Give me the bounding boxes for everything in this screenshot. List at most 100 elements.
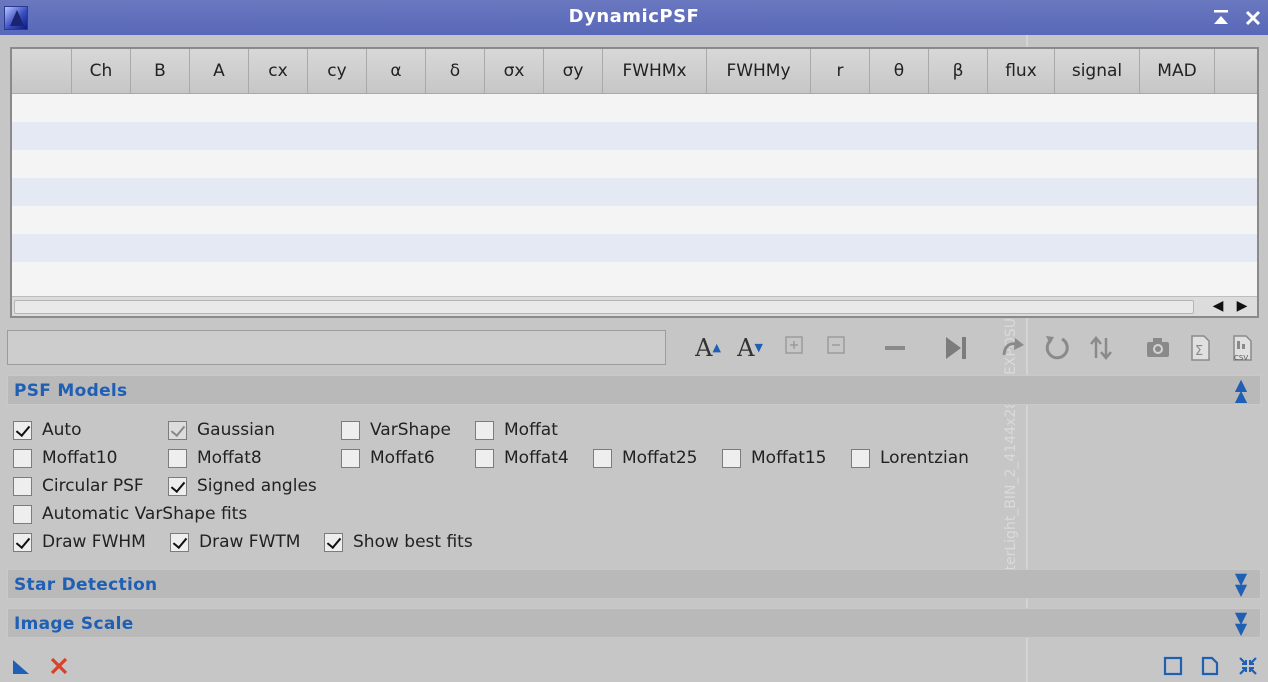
draw-fwtm-checkbox[interactable]: Draw FWTM <box>170 531 300 553</box>
collapse-window-icon[interactable] <box>1236 655 1260 682</box>
draw-fwhm-checkbox[interactable]: Draw FWHM <box>13 531 146 553</box>
section-image-scale[interactable]: Image Scale ▼ ▼ <box>7 608 1261 638</box>
auto-varshape-checkbox[interactable]: Automatic VarShape fits <box>13 503 247 525</box>
gaussian-checkbox[interactable]: Gaussian <box>168 419 275 441</box>
column-header-beta[interactable]: β <box>929 49 988 93</box>
column-header-sigmax[interactable]: σx <box>485 49 544 93</box>
scroll-right-icon[interactable]: ▶ <box>1234 298 1250 314</box>
expand-section-icon[interactable]: ▼ ▼ <box>1230 571 1252 598</box>
checkbox-box[interactable] <box>475 420 494 440</box>
moffat15-checkbox[interactable]: Moffat15 <box>722 447 827 469</box>
collapse-section-icon[interactable]: ▲ ▲ <box>1230 377 1252 404</box>
checkbox-box[interactable] <box>341 448 360 468</box>
star-table[interactable]: Ch B A cx cy α δ σx σy FWHMx FWHMy r θ β… <box>10 47 1259 318</box>
moffat-checkbox[interactable]: Moffat <box>475 419 558 441</box>
checkbox-box[interactable] <box>475 448 494 468</box>
moffat4-checkbox[interactable]: Moffat4 <box>475 447 569 469</box>
screenshot-icon[interactable] <box>1143 333 1173 363</box>
column-header-filler <box>1215 49 1257 93</box>
checkbox-label: Moffat8 <box>197 448 262 468</box>
moffat25-checkbox[interactable]: Moffat25 <box>593 447 698 469</box>
checkbox-box[interactable] <box>168 448 187 468</box>
export-csv-icon[interactable]: CSV <box>1227 333 1257 363</box>
section-title: PSF Models <box>14 381 128 401</box>
column-header-flux[interactable]: flux <box>988 49 1055 93</box>
column-header-b[interactable]: B <box>131 49 190 93</box>
checkbox-label: Lorentzian <box>880 448 969 468</box>
checkbox-box[interactable] <box>593 448 612 468</box>
checkbox-box[interactable] <box>170 532 189 552</box>
checkbox-box[interactable] <box>13 504 32 524</box>
checkbox-box[interactable] <box>324 532 343 552</box>
checkbox-label: Auto <box>42 420 82 440</box>
auto-checkbox[interactable]: Auto <box>13 419 81 441</box>
column-header-mad[interactable]: MAD <box>1140 49 1215 93</box>
empty-row <box>12 94 1257 122</box>
expand-all-icon[interactable] <box>779 333 809 363</box>
checkbox-box[interactable] <box>13 448 32 468</box>
show-best-fits-checkbox[interactable]: Show best fits <box>324 531 473 553</box>
column-header-alpha[interactable]: α <box>367 49 426 93</box>
signed-angles-checkbox[interactable]: Signed angles <box>168 475 317 497</box>
scroll-left-icon[interactable]: ◀ <box>1210 298 1226 314</box>
section-title: Star Detection <box>14 575 158 595</box>
checkbox-box[interactable] <box>13 476 32 496</box>
delete-icon[interactable] <box>880 333 910 363</box>
section-star-detection[interactable]: Star Detection ▼ ▼ <box>7 569 1261 599</box>
expand-section-icon[interactable]: ▼ ▼ <box>1230 610 1252 637</box>
font-increase-icon[interactable]: A▲ <box>693 333 723 363</box>
column-header-select[interactable] <box>12 49 72 93</box>
checkbox-box[interactable] <box>13 420 32 440</box>
column-header-cy[interactable]: cy <box>308 49 367 93</box>
column-header-delta[interactable]: δ <box>426 49 485 93</box>
column-header-a[interactable]: A <box>190 49 249 93</box>
column-header-cx[interactable]: cx <box>249 49 308 93</box>
checkbox-box[interactable] <box>722 448 741 468</box>
column-header-fwhmx[interactable]: FWHMx <box>603 49 707 93</box>
new-instance-icon[interactable] <box>9 655 33 682</box>
empty-row <box>12 262 1257 290</box>
close-window-icon[interactable] <box>1241 6 1265 30</box>
checkbox-label: Moffat15 <box>751 448 827 468</box>
scrollbar-thumb[interactable] <box>14 300 1194 314</box>
collapse-all-icon[interactable] <box>821 333 851 363</box>
moffat8-checkbox[interactable]: Moffat8 <box>168 447 262 469</box>
shade-window-icon[interactable] <box>1209 6 1233 30</box>
column-header-sigmay[interactable]: σy <box>544 49 603 93</box>
checkbox-box[interactable] <box>168 420 187 440</box>
circular-psf-checkbox[interactable]: Circular PSF <box>13 475 144 497</box>
varshape-checkbox[interactable]: VarShape <box>341 419 451 441</box>
column-header-signal[interactable]: signal <box>1055 49 1140 93</box>
column-header-r[interactable]: r <box>811 49 870 93</box>
table-header: Ch B A cx cy α δ σx σy FWHMx FWHMy r θ β… <box>12 49 1257 94</box>
column-header-fwhmy[interactable]: FWHMy <box>707 49 811 93</box>
section-psf-models[interactable]: PSF Models ▲ ▲ <box>7 375 1261 405</box>
checkbox-label: Automatic VarShape fits <box>42 504 248 524</box>
average-icon[interactable]: Σ <box>1185 333 1215 363</box>
browse-documentation-icon[interactable] <box>1161 655 1185 682</box>
moffat6-checkbox[interactable]: Moffat6 <box>341 447 435 469</box>
column-header-ch[interactable]: Ch <box>72 49 131 93</box>
column-header-theta[interactable]: θ <box>870 49 929 93</box>
checkbox-label: Moffat <box>504 420 558 440</box>
refresh-icon[interactable] <box>1042 333 1072 363</box>
checkbox-label: Moffat4 <box>504 448 569 468</box>
reset-instance-icon[interactable] <box>1198 655 1222 682</box>
cancel-icon[interactable] <box>47 655 71 682</box>
horizontal-scrollbar[interactable]: ◀ ▶ <box>12 296 1257 316</box>
recalculate-icon[interactable] <box>999 333 1029 363</box>
checkbox-label: Moffat6 <box>370 448 435 468</box>
sort-icon[interactable] <box>1086 333 1116 363</box>
checkbox-label: Circular PSF <box>42 476 144 496</box>
checkbox-box[interactable] <box>13 532 32 552</box>
lorentzian-checkbox[interactable]: Lorentzian <box>851 447 969 469</box>
font-decrease-icon[interactable]: A▼ <box>735 333 765 363</box>
track-icon[interactable] <box>941 333 971 363</box>
svg-text:Σ: Σ <box>1195 344 1203 359</box>
moffat10-checkbox[interactable]: Moffat10 <box>13 447 118 469</box>
checkbox-label: Draw FWTM <box>199 532 301 552</box>
checkbox-box[interactable] <box>851 448 870 468</box>
checkbox-box[interactable] <box>168 476 187 496</box>
checkbox-box[interactable] <box>341 420 360 440</box>
table-body[interactable] <box>12 94 1257 299</box>
